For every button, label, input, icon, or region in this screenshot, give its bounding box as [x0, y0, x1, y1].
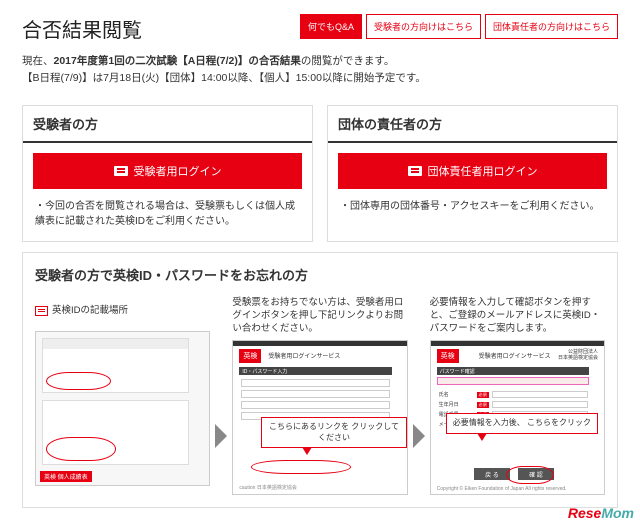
forgot-step-3: 必要情報を入力して確認ボタンを押すと、ご登録のメールアドレスに英検ID・パスワー… — [430, 296, 605, 496]
thumb2-bar: ID・パスワード入力 — [239, 367, 392, 375]
forgot-step-1: 英検IDの記載場所 英検 個人成績表 — [35, 296, 210, 496]
step3-label: 必要情報を入力して確認ボタンを押すと、ご登録のメールアドレスに英検ID・パスワー… — [430, 296, 605, 336]
forgot-title: 受験者の方で英検ID・パスワードをお忘れの方 — [35, 265, 605, 284]
step3-thumbnail: 英検 受験者用ログインサービス 公益財団法人 日本英語検定協会 パスワード確認 … — [430, 340, 605, 495]
login-card-icon — [114, 166, 128, 176]
thumb3-bar: パスワード確認 — [437, 367, 590, 375]
examinee-login-label: 受験者用ログイン — [134, 163, 222, 179]
thumb2-title: 受験者用ログインサービス — [268, 351, 340, 360]
arrow-icon — [214, 296, 228, 496]
step2-label: 受験票をお持ちでない方は、受験者用ログインボタンを押し下記リンクよりお問い合わせ… — [232, 296, 407, 336]
document-icon — [35, 306, 48, 316]
group-login-label: 団体責任者用ログイン — [428, 163, 538, 179]
examinee-login-button[interactable]: 受験者用ログイン — [33, 153, 302, 189]
examinee-heading: 受験者の方 — [23, 106, 312, 143]
group-note: 団体専用の団体番号・アクセスキーをご利用ください。 — [328, 199, 617, 226]
arrow-icon — [412, 296, 426, 496]
intro-1b: 2017年度第1回の二次試験【A日程(7/2)】の合否結果 — [54, 55, 301, 67]
qa-button[interactable]: 何でもQ&A — [300, 14, 362, 39]
intro-1a: 現在、 — [22, 55, 54, 67]
watermark-mom: Mom — [601, 505, 634, 521]
step1-thumbnail: 英検 個人成績表 — [35, 331, 210, 486]
forgot-section: 受験者の方で英検ID・パスワードをお忘れの方 英検IDの記載場所 英検 個人成績… — [22, 252, 618, 509]
examinee-link-button[interactable]: 受験者の方向けはこちら — [366, 14, 481, 39]
step2-thumbnail: 英検 受験者用ログインサービス ID・パスワード入力 こちらにあるリンクを クリ… — [232, 340, 407, 495]
group-column: 団体の責任者の方 団体責任者用ログイン 団体専用の団体番号・アクセスキーをご利用… — [327, 105, 618, 242]
thumb1-tag: 英検 個人成績表 — [40, 471, 92, 482]
thumb3-right2: 日本英語検定協会 — [558, 355, 598, 361]
thumb3-back-btn: 戻 る — [474, 468, 510, 480]
thumb3-title: 受験者用ログインサービス — [479, 351, 551, 360]
thumb2-callout: こちらにあるリンクを クリックしてください — [261, 417, 406, 448]
intro-text: 現在、2017年度第1回の二次試験【A日程(7/2)】の合否結果の閲覧ができます… — [22, 53, 618, 87]
thumb3-logo: 英検 — [437, 349, 459, 363]
step1-label: 英検IDの記載場所 — [52, 304, 128, 317]
page-title: 合否結果閲覧 — [22, 14, 142, 43]
top-button-group: 何でもQ&A 受験者の方向けはこちら 団体責任者の方向けはこちら — [300, 14, 618, 39]
forgot-step-2: 受験票をお持ちでない方は、受験者用ログインボタンを押し下記リンクよりお問い合わせ… — [232, 296, 407, 496]
thumb2-logo: 英検 — [239, 349, 261, 363]
examinee-note: 今回の合否を閲覧される場合は、受験票もしくは個人成績表に記載された英検IDをご利… — [23, 199, 312, 241]
group-link-button[interactable]: 団体責任者の方向けはこちら — [485, 14, 618, 39]
intro-1c: の閲覧ができます。 — [301, 55, 394, 67]
thumb3-callout: 必要情報を入力後、 こちらをクリック — [446, 413, 598, 433]
intro-2: 【B日程(7/9)】は7月18日(火)【団体】14:00以降、【個人】15:00… — [22, 70, 618, 87]
watermark-rese: Rese — [568, 505, 601, 521]
login-card-icon — [408, 166, 422, 176]
group-login-button[interactable]: 団体責任者用ログイン — [338, 153, 607, 189]
examinee-column: 受験者の方 受験者用ログイン 今回の合否を閲覧される場合は、受験票もしくは個人成… — [22, 105, 313, 242]
watermark: ReseMom — [568, 505, 634, 521]
group-heading: 団体の責任者の方 — [328, 106, 617, 143]
